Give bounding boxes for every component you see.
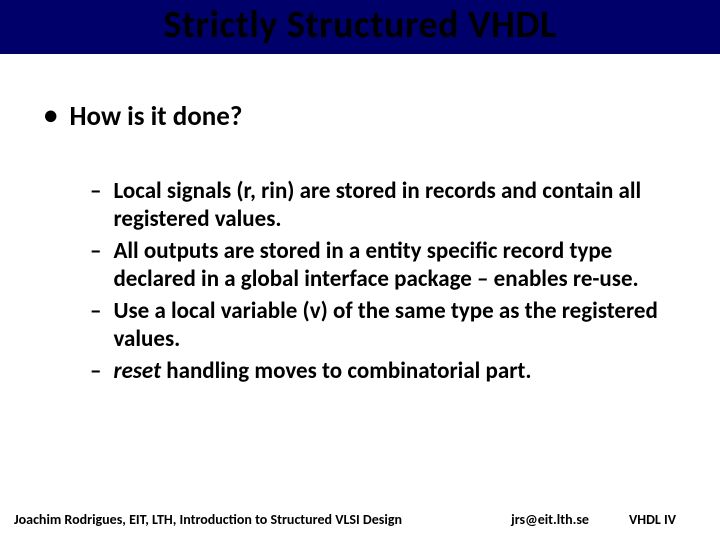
main-bullet-text: How is it done? [69,100,242,133]
content-area: • How is it done? – Local signals (r, ri… [0,54,720,540]
dash-icon: – [90,297,101,325]
footer-center: jrs@eit.lth.se [501,511,629,528]
list-item: – Local signals (r, rin) are stored in r… [90,177,676,233]
sub-bullet-text: Use a local variable (v) of the same typ… [113,297,676,353]
sub-bullet-text: Local signals (r, rin) are stored in rec… [113,177,676,233]
title-band: Strictly Structured VHDL [0,0,720,54]
bullet-dot-icon: • [44,100,57,132]
dash-icon: – [90,357,101,385]
sub-bullet-text: reset handling moves to combinatorial pa… [113,357,676,385]
italic-word: reset [113,357,161,385]
slide-title: Strictly Structured VHDL [0,2,720,48]
list-item: – Use a local variable (v) of the same t… [90,297,676,353]
list-item: – reset handling moves to combinatorial … [90,357,676,385]
sub-bullet-rest: handling moves to combinatorial part. [161,357,531,385]
footer-right: VHDL IV [629,511,706,528]
footer: Joachim Rodrigues, EIT, LTH, Introductio… [0,511,720,528]
slide: Strictly Structured VHDL • How is it don… [0,0,720,540]
footer-left: Joachim Rodrigues, EIT, LTH, Introductio… [14,511,501,528]
sub-bullet-text: All outputs are stored in a entity speci… [113,237,676,293]
sub-bullet-list: – Local signals (r, rin) are stored in r… [44,177,676,385]
list-item: – All outputs are stored in a entity spe… [90,237,676,293]
dash-icon: – [90,237,101,265]
main-bullet: • How is it done? [44,100,676,133]
dash-icon: – [90,177,101,205]
